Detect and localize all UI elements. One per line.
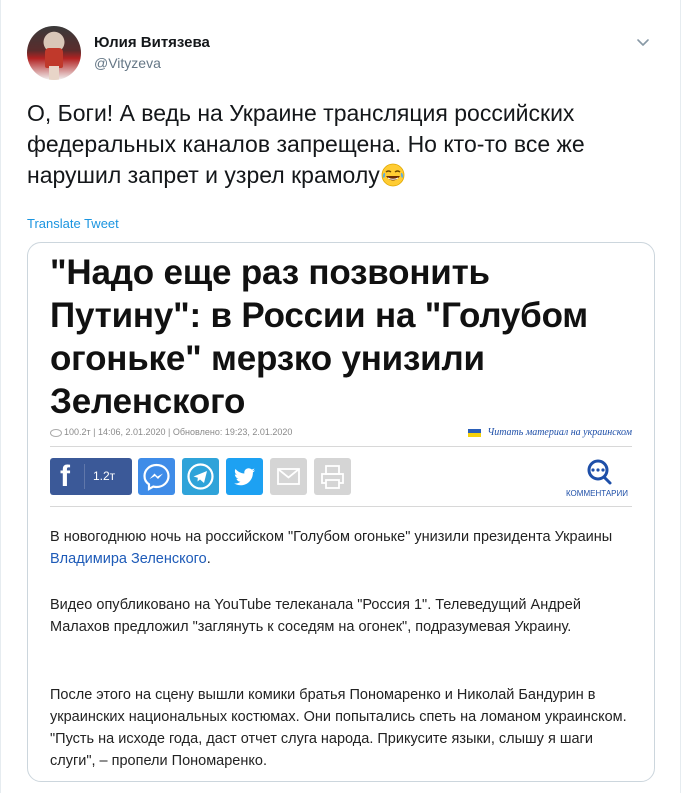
messenger-icon [143,463,170,491]
divider [50,446,632,447]
article-meta-text: 100.2т | 14:06, 2.01.2020 | Обновлено: 1… [64,427,293,437]
translate-tweet-link[interactable]: Translate Tweet [27,216,119,231]
twitter-icon [234,468,255,486]
facebook-separator [84,464,85,489]
article-meta: 100.2т | 14:06, 2.01.2020 | Обновлено: 1… [50,427,292,437]
article-paragraph-3: После этого на сцену вышли комики братья… [50,687,627,769]
telegram-icon [187,463,214,490]
messenger-share-button [138,458,175,495]
facebook-icon: f [60,460,70,493]
article-screenshot-card[interactable]: "Надо еще раз позвонить Путину": в Росси… [27,242,655,782]
telegram-share-button [182,458,219,495]
user-handle[interactable]: @Vityzeva [94,55,161,71]
eye-icon [50,428,62,437]
avatar[interactable] [27,26,81,80]
tweet: Юлия Витязева @Vityzeva О, Боги! А ведь … [0,0,681,793]
tweet-text: О, Боги! А ведь на Украине трансляция ро… [27,98,657,191]
comments-label: КОММЕНТАРИИ [565,489,629,498]
divider [50,506,632,507]
comment-bubble-icon [587,459,612,485]
printer-icon [321,465,344,489]
print-button [314,458,351,495]
comments-button: КОММЕНТАРИИ [562,458,632,498]
read-in-ukrainian-link: Читать материал на украинском [468,427,632,438]
article-paragraph-1: В новогоднюю ночь на российском "Голубом… [50,526,635,570]
face-with-tears-of-joy-icon [381,163,405,187]
twitter-share-button [226,458,263,495]
facebook-share-button: f 1.2т [50,458,132,495]
avatar-figure-legs [49,66,59,80]
ukraine-flag-icon [468,428,482,437]
tweet-text-content: О, Боги! А ведь на Украине трансляция ро… [27,100,585,188]
paragraph-text: В новогоднюю ночь на российском "Голубом… [50,529,613,545]
article-headline: "Надо еще раз позвонить Путину": в Росси… [50,253,588,421]
paragraph-text: . [206,551,211,567]
mail-icon [277,468,300,485]
email-share-button [270,458,307,495]
read-in-ukrainian-label: Читать материал на украинском [487,427,632,438]
article-paragraph-2: Видео опубликовано на YouTube телеканала… [50,597,581,635]
chevron-down-icon[interactable] [635,34,651,50]
avatar-figure [45,48,63,68]
facebook-share-count: 1.2т [93,469,116,483]
zelensky-link: Владимира Зеленского [50,551,207,567]
share-buttons-row: f 1.2т КОММЕНТАРИИ [50,458,632,498]
display-name[interactable]: Юлия Витязева [94,34,210,51]
